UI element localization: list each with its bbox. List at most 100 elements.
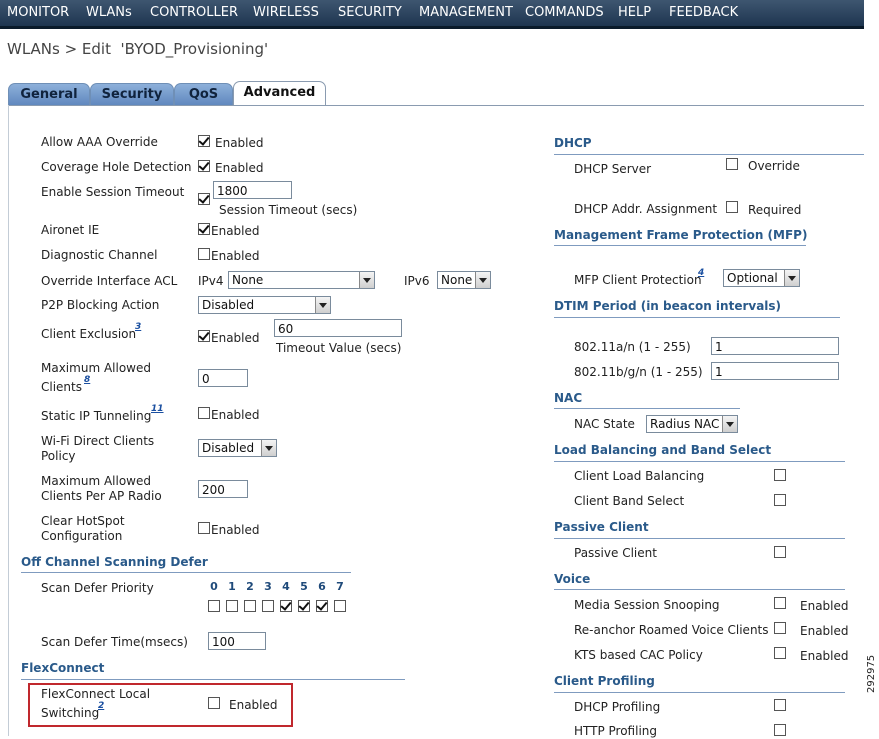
allow-aaa-override-value: Enabled bbox=[215, 136, 264, 150]
client-exclusion-timeout-input[interactable]: 60 bbox=[274, 319, 402, 337]
chevron-down-icon bbox=[784, 270, 799, 286]
priority-number-1: 1 bbox=[228, 580, 236, 593]
media-session-snooping-checkbox[interactable] bbox=[774, 597, 786, 609]
mfp-client-protection-footnote[interactable]: 4 bbox=[698, 268, 704, 278]
priority-checkbox-6[interactable] bbox=[316, 600, 328, 612]
menu-feedback[interactable]: FEEDBACK bbox=[669, 5, 738, 20]
clear-hotspot-label-1: Clear HotSpot bbox=[41, 514, 125, 528]
menu-wireless[interactable]: WIRELESS bbox=[253, 5, 319, 20]
client-band-select-checkbox[interactable] bbox=[774, 494, 786, 506]
menu-help[interactable]: HELP bbox=[618, 5, 651, 20]
priority-checkbox-4[interactable] bbox=[280, 600, 292, 612]
menu-management[interactable]: MANAGEMENT bbox=[419, 5, 513, 20]
priority-checkbox-0[interactable] bbox=[208, 600, 220, 612]
dhcp-addr-assignment-checkbox[interactable] bbox=[726, 201, 738, 213]
priority-checkbox-2[interactable] bbox=[244, 600, 256, 612]
aironet-ie-value: Enabled bbox=[211, 224, 260, 238]
flexconnect-local-switching-checkbox[interactable] bbox=[208, 697, 220, 709]
client-exclusion-checkbox[interactable] bbox=[198, 330, 210, 342]
client-exclusion-caption: Timeout Value (secs) bbox=[276, 341, 402, 355]
scan-defer-priority-label: Scan Defer Priority bbox=[41, 581, 154, 595]
coverage-hole-checkbox[interactable] bbox=[198, 160, 210, 172]
dhcp-addr-assignment-value: Required bbox=[748, 203, 802, 217]
client-band-select-label: Client Band Select bbox=[574, 494, 685, 508]
priority-number-5: 5 bbox=[300, 580, 308, 593]
priority-checkbox-3[interactable] bbox=[262, 600, 274, 612]
override-acl-ipv4-label: IPv4 bbox=[198, 274, 224, 288]
priority-number-7: 7 bbox=[336, 580, 344, 593]
client-profiling-header: Client Profiling bbox=[554, 674, 655, 688]
tab-general[interactable]: General bbox=[8, 83, 90, 106]
session-timeout-checkbox[interactable] bbox=[198, 193, 210, 205]
override-acl-ipv6-select[interactable]: None bbox=[437, 271, 491, 289]
figure-id: 292975 bbox=[866, 654, 877, 693]
menu-security[interactable]: SECURITY bbox=[338, 5, 402, 20]
menu-monitor[interactable]: MONITOR bbox=[7, 5, 69, 20]
session-timeout-input[interactable]: 1800 bbox=[213, 181, 292, 199]
scan-defer-time-input[interactable]: 100 bbox=[208, 632, 266, 650]
flexconnect-header: FlexConnect bbox=[21, 661, 105, 675]
kts-cac-checkbox[interactable] bbox=[774, 647, 786, 659]
dtim-a-n-input[interactable]: 1 bbox=[711, 337, 839, 355]
dhcp-server-checkbox[interactable] bbox=[726, 158, 738, 170]
media-session-snooping-value: Enabled bbox=[800, 599, 849, 613]
priority-checkbox-7[interactable] bbox=[334, 600, 346, 612]
client-exclusion-footnote[interactable]: 3 bbox=[135, 322, 141, 332]
mfp-header: Management Frame Protection (MFP) bbox=[554, 228, 808, 242]
dhcp-profiling-checkbox[interactable] bbox=[774, 699, 786, 711]
p2p-blocking-select[interactable]: Disabled bbox=[198, 296, 331, 314]
max-clients-input[interactable]: 0 bbox=[198, 369, 248, 387]
client-load-balancing-label: Client Load Balancing bbox=[574, 469, 705, 483]
wifi-direct-label-2: Policy bbox=[41, 449, 76, 463]
nac-state-value: Radius NAC bbox=[650, 417, 720, 431]
flexconnect-local-switching-label-2: Switching bbox=[41, 706, 100, 720]
wifi-direct-label-1: Wi-Fi Direct Clients bbox=[41, 434, 155, 448]
tab-security[interactable]: Security bbox=[90, 83, 174, 106]
priority-number-2: 2 bbox=[246, 580, 254, 593]
voice-rule bbox=[554, 589, 845, 590]
static-ip-tunneling-footnote[interactable]: 11 bbox=[151, 404, 164, 414]
flexconnect-local-switching-footnote[interactable]: 2 bbox=[98, 701, 104, 711]
scan-defer-time-label: Scan Defer Time(msecs) bbox=[41, 635, 188, 649]
mfp-rule bbox=[554, 245, 806, 246]
mfp-client-protection-select[interactable]: Optional bbox=[723, 269, 800, 287]
max-clients-label-2: Clients bbox=[41, 380, 82, 394]
dhcp-header: DHCP bbox=[554, 136, 592, 150]
override-acl-ipv6-value: None bbox=[441, 273, 473, 287]
priority-checkbox-5[interactable] bbox=[298, 600, 310, 612]
tab-advanced[interactable]: Advanced bbox=[233, 81, 326, 106]
client-load-balancing-checkbox[interactable] bbox=[774, 469, 786, 481]
max-per-radio-label-2: Clients Per AP Radio bbox=[41, 489, 162, 503]
clear-hotspot-checkbox[interactable] bbox=[198, 522, 210, 534]
coverage-hole-label: Coverage Hole Detection bbox=[41, 160, 192, 174]
menu-wlans[interactable]: WLANs bbox=[86, 5, 132, 20]
priority-number-3: 3 bbox=[264, 580, 272, 593]
static-ip-tunneling-label: Static IP Tunneling bbox=[41, 409, 152, 423]
http-profiling-checkbox[interactable] bbox=[774, 724, 786, 736]
chevron-down-icon bbox=[315, 297, 330, 313]
menu-controller[interactable]: CONTROLLER bbox=[150, 5, 238, 20]
max-clients-footnote[interactable]: 8 bbox=[84, 375, 90, 385]
dtim-b-g-n-input[interactable]: 1 bbox=[711, 362, 839, 380]
aironet-ie-checkbox[interactable] bbox=[198, 223, 210, 235]
max-per-radio-input[interactable]: 200 bbox=[198, 480, 248, 498]
override-acl-ipv6-label: IPv6 bbox=[404, 274, 430, 288]
override-acl-ipv4-select[interactable]: None bbox=[228, 271, 375, 289]
tab-qos[interactable]: QoS bbox=[174, 83, 233, 106]
priority-checkbox-1[interactable] bbox=[226, 600, 238, 612]
priority-number-6: 6 bbox=[318, 580, 326, 593]
nac-state-select[interactable]: Radius NAC bbox=[646, 415, 738, 433]
menu-commands[interactable]: COMMANDS bbox=[525, 5, 604, 20]
diagnostic-channel-checkbox[interactable] bbox=[198, 248, 210, 260]
load-balancing-header: Load Balancing and Band Select bbox=[554, 443, 772, 457]
chevron-down-icon bbox=[475, 272, 490, 288]
static-ip-tunneling-checkbox[interactable] bbox=[198, 407, 210, 419]
session-timeout-label: Enable Session Timeout bbox=[41, 185, 185, 199]
passive-client-checkbox[interactable] bbox=[774, 546, 786, 558]
wifi-direct-select[interactable]: Disabled bbox=[198, 439, 277, 457]
reanchor-voice-checkbox[interactable] bbox=[774, 622, 786, 634]
allow-aaa-override-checkbox[interactable] bbox=[198, 135, 210, 147]
chevron-down-icon bbox=[359, 272, 374, 288]
passive-client-rule bbox=[554, 538, 845, 539]
dhcp-rule bbox=[554, 154, 864, 155]
